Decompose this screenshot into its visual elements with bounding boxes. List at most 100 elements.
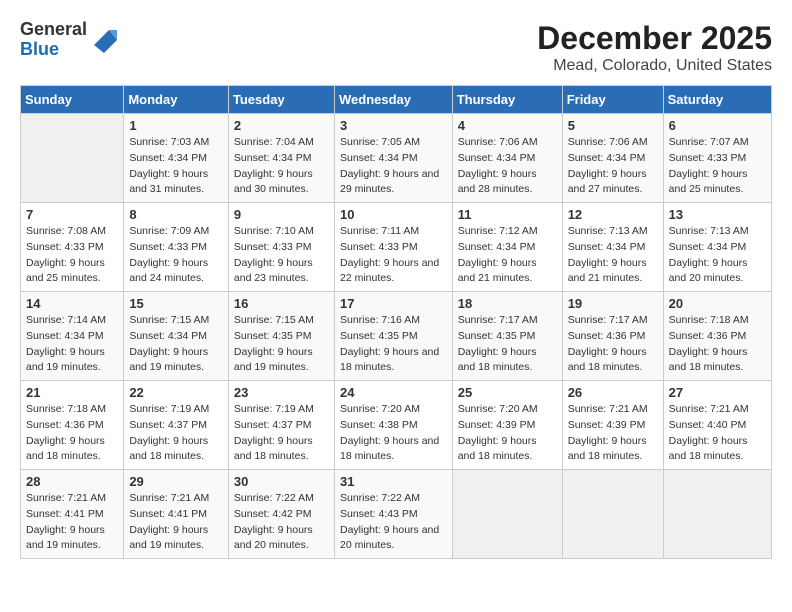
daylight-text: Daylight: 9 hours and 19 minutes. (129, 346, 208, 374)
day-number: 3 (340, 118, 447, 133)
calendar-day-cell: 1 Sunrise: 7:03 AM Sunset: 4:34 PM Dayli… (124, 114, 229, 203)
calendar-week-row: 1 Sunrise: 7:03 AM Sunset: 4:34 PM Dayli… (21, 114, 772, 203)
day-info: Sunrise: 7:15 AM Sunset: 4:35 PM Dayligh… (234, 313, 329, 376)
calendar-day-cell (562, 470, 663, 559)
day-number: 30 (234, 474, 329, 489)
sunrise-text: Sunrise: 7:20 AM (458, 403, 538, 415)
sunrise-text: Sunrise: 7:08 AM (26, 225, 106, 237)
calendar-day-cell: 20 Sunrise: 7:18 AM Sunset: 4:36 PM Dayl… (663, 292, 771, 381)
day-number: 9 (234, 207, 329, 222)
day-info: Sunrise: 7:13 AM Sunset: 4:34 PM Dayligh… (669, 224, 766, 287)
calendar-day-cell (452, 470, 562, 559)
calendar-day-cell: 23 Sunrise: 7:19 AM Sunset: 4:37 PM Dayl… (228, 381, 334, 470)
sunset-text: Sunset: 4:39 PM (458, 419, 536, 431)
daylight-text: Daylight: 9 hours and 22 minutes. (340, 257, 439, 285)
header-day: Tuesday (228, 86, 334, 114)
sunset-text: Sunset: 4:35 PM (340, 330, 418, 342)
sunset-text: Sunset: 4:34 PM (340, 152, 418, 164)
day-number: 12 (568, 207, 658, 222)
sunrise-text: Sunrise: 7:21 AM (26, 492, 106, 504)
daylight-text: Daylight: 9 hours and 20 minutes. (669, 257, 748, 285)
day-number: 6 (669, 118, 766, 133)
day-info: Sunrise: 7:18 AM Sunset: 4:36 PM Dayligh… (669, 313, 766, 376)
calendar-title: December 2025 (537, 20, 772, 57)
sunrise-text: Sunrise: 7:11 AM (340, 225, 419, 237)
day-number: 31 (340, 474, 447, 489)
sunset-text: Sunset: 4:36 PM (669, 330, 747, 342)
day-number: 1 (129, 118, 223, 133)
day-info: Sunrise: 7:20 AM Sunset: 4:38 PM Dayligh… (340, 402, 447, 465)
daylight-text: Daylight: 9 hours and 28 minutes. (458, 168, 537, 196)
header-day: Thursday (452, 86, 562, 114)
daylight-text: Daylight: 9 hours and 23 minutes. (234, 257, 313, 285)
sunrise-text: Sunrise: 7:07 AM (669, 136, 749, 148)
header-row: SundayMondayTuesdayWednesdayThursdayFrid… (21, 86, 772, 114)
daylight-text: Daylight: 9 hours and 19 minutes. (26, 346, 105, 374)
day-number: 22 (129, 385, 223, 400)
calendar-day-cell: 5 Sunrise: 7:06 AM Sunset: 4:34 PM Dayli… (562, 114, 663, 203)
day-info: Sunrise: 7:17 AM Sunset: 4:35 PM Dayligh… (458, 313, 557, 376)
calendar-day-cell: 10 Sunrise: 7:11 AM Sunset: 4:33 PM Dayl… (334, 203, 452, 292)
calendar-day-cell: 22 Sunrise: 7:19 AM Sunset: 4:37 PM Dayl… (124, 381, 229, 470)
day-number: 11 (458, 207, 557, 222)
sunset-text: Sunset: 4:33 PM (129, 241, 207, 253)
day-number: 7 (26, 207, 118, 222)
sunrise-text: Sunrise: 7:12 AM (458, 225, 538, 237)
sunset-text: Sunset: 4:34 PM (26, 330, 104, 342)
calendar-day-cell: 13 Sunrise: 7:13 AM Sunset: 4:34 PM Dayl… (663, 203, 771, 292)
sunrise-text: Sunrise: 7:17 AM (568, 314, 648, 326)
header-day: Saturday (663, 86, 771, 114)
day-info: Sunrise: 7:06 AM Sunset: 4:34 PM Dayligh… (458, 135, 557, 198)
daylight-text: Daylight: 9 hours and 19 minutes. (129, 524, 208, 552)
daylight-text: Daylight: 9 hours and 18 minutes. (458, 435, 537, 463)
daylight-text: Daylight: 9 hours and 29 minutes. (340, 168, 439, 196)
calendar-week-row: 14 Sunrise: 7:14 AM Sunset: 4:34 PM Dayl… (21, 292, 772, 381)
day-number: 28 (26, 474, 118, 489)
daylight-text: Daylight: 9 hours and 19 minutes. (234, 346, 313, 374)
day-number: 27 (669, 385, 766, 400)
daylight-text: Daylight: 9 hours and 18 minutes. (669, 435, 748, 463)
header-day: Wednesday (334, 86, 452, 114)
calendar-day-cell: 31 Sunrise: 7:22 AM Sunset: 4:43 PM Dayl… (334, 470, 452, 559)
calendar-subtitle: Mead, Colorado, United States (537, 57, 772, 75)
day-info: Sunrise: 7:04 AM Sunset: 4:34 PM Dayligh… (234, 135, 329, 198)
day-number: 4 (458, 118, 557, 133)
day-info: Sunrise: 7:21 AM Sunset: 4:41 PM Dayligh… (26, 491, 118, 554)
logo-blue: Blue (20, 40, 87, 60)
sunset-text: Sunset: 4:35 PM (234, 330, 312, 342)
calendar-day-cell: 18 Sunrise: 7:17 AM Sunset: 4:35 PM Dayl… (452, 292, 562, 381)
sunrise-text: Sunrise: 7:15 AM (129, 314, 209, 326)
day-number: 5 (568, 118, 658, 133)
day-info: Sunrise: 7:06 AM Sunset: 4:34 PM Dayligh… (568, 135, 658, 198)
sunset-text: Sunset: 4:34 PM (669, 241, 747, 253)
calendar-day-cell: 21 Sunrise: 7:18 AM Sunset: 4:36 PM Dayl… (21, 381, 124, 470)
sunrise-text: Sunrise: 7:21 AM (129, 492, 209, 504)
sunset-text: Sunset: 4:37 PM (234, 419, 312, 431)
header-day: Sunday (21, 86, 124, 114)
day-info: Sunrise: 7:21 AM Sunset: 4:39 PM Dayligh… (568, 402, 658, 465)
sunrise-text: Sunrise: 7:18 AM (26, 403, 106, 415)
day-number: 24 (340, 385, 447, 400)
day-info: Sunrise: 7:22 AM Sunset: 4:43 PM Dayligh… (340, 491, 447, 554)
calendar-day-cell: 17 Sunrise: 7:16 AM Sunset: 4:35 PM Dayl… (334, 292, 452, 381)
calendar-day-cell: 14 Sunrise: 7:14 AM Sunset: 4:34 PM Dayl… (21, 292, 124, 381)
day-info: Sunrise: 7:12 AM Sunset: 4:34 PM Dayligh… (458, 224, 557, 287)
day-info: Sunrise: 7:05 AM Sunset: 4:34 PM Dayligh… (340, 135, 447, 198)
daylight-text: Daylight: 9 hours and 19 minutes. (26, 524, 105, 552)
header-day: Friday (562, 86, 663, 114)
calendar-day-cell: 19 Sunrise: 7:17 AM Sunset: 4:36 PM Dayl… (562, 292, 663, 381)
sunset-text: Sunset: 4:33 PM (669, 152, 747, 164)
day-number: 8 (129, 207, 223, 222)
day-number: 17 (340, 296, 447, 311)
daylight-text: Daylight: 9 hours and 18 minutes. (669, 346, 748, 374)
day-info: Sunrise: 7:03 AM Sunset: 4:34 PM Dayligh… (129, 135, 223, 198)
sunset-text: Sunset: 4:37 PM (129, 419, 207, 431)
daylight-text: Daylight: 9 hours and 18 minutes. (568, 346, 647, 374)
sunrise-text: Sunrise: 7:15 AM (234, 314, 314, 326)
daylight-text: Daylight: 9 hours and 18 minutes. (26, 435, 105, 463)
daylight-text: Daylight: 9 hours and 20 minutes. (234, 524, 313, 552)
day-info: Sunrise: 7:16 AM Sunset: 4:35 PM Dayligh… (340, 313, 447, 376)
sunset-text: Sunset: 4:36 PM (568, 330, 646, 342)
logo: General Blue (20, 20, 119, 60)
calendar-day-cell: 30 Sunrise: 7:22 AM Sunset: 4:42 PM Dayl… (228, 470, 334, 559)
